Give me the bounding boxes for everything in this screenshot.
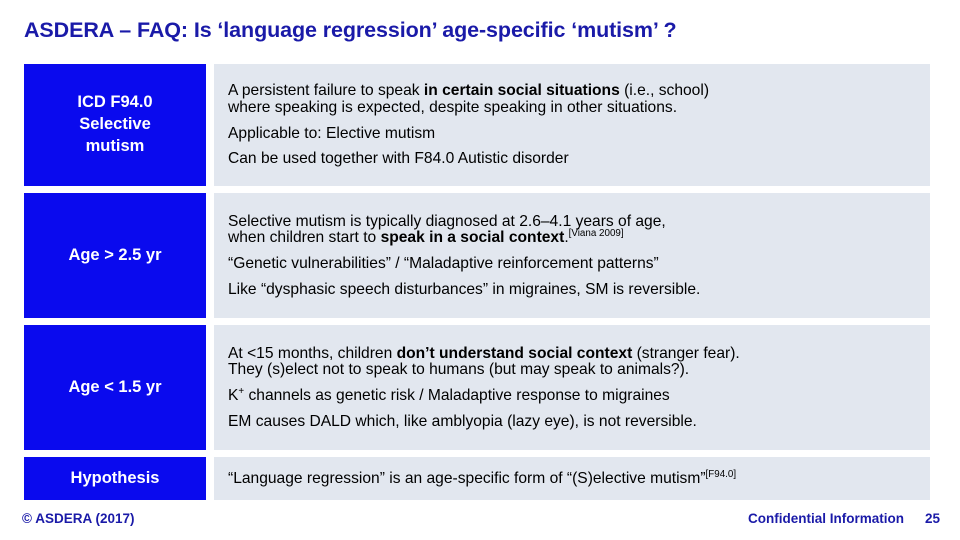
row-body-line: Like “dysphasic speech disturbances” in … [228, 280, 701, 298]
row-body: “Language regression” is an age-specific… [214, 457, 930, 500]
page-title: ASDERA – FAQ: Is ‘language regression’ a… [24, 18, 677, 42]
table-row: Hypothesis “Language regression” is an a… [24, 457, 930, 500]
faq-table: ICD F94.0 Selective mutism A persistent … [24, 64, 930, 507]
row-body-line: Can be used together with F84.0 Autistic… [228, 150, 569, 168]
row-label-icd-f94-selective-mutism: ICD F94.0 Selective mutism [24, 64, 206, 186]
row-body-line: when children start to speak in a social… [228, 228, 624, 247]
row-body-line: K+ channels as genetic risk / Maladaptiv… [228, 385, 670, 404]
row-label-age-less-1-5-yr: Age < 1.5 yr [24, 325, 206, 450]
row-body-line: where speaking is expected, despite spea… [228, 98, 678, 116]
row-body-line: A persistent failure to speak in certain… [228, 82, 710, 100]
row-body-line: EM causes DALD which, like amblyopia (la… [228, 412, 697, 430]
row-body-line: Applicable to: Elective mutism [228, 124, 436, 142]
row-label-age-greater-2-5-yr: Age > 2.5 yr [24, 193, 206, 318]
row-body: A persistent failure to speak in certain… [214, 64, 930, 186]
row-label-line: mutism [85, 136, 145, 155]
table-row: ICD F94.0 Selective mutism A persistent … [24, 64, 930, 186]
table-row: Age > 2.5 yr Selective mutism is typical… [24, 193, 930, 318]
row-label-line: Age > 2.5 yr [68, 245, 162, 264]
table-row: Age < 1.5 yr At <15 months, children don… [24, 325, 930, 450]
row-body: At <15 months, children don’t understand… [214, 325, 930, 450]
row-body-line: “Language regression” is an age-specific… [228, 468, 737, 487]
row-label-hypothesis: Hypothesis [24, 457, 206, 500]
citation-superscript: [Viana 2009] [568, 228, 624, 240]
row-label-line: Age < 1.5 yr [68, 377, 162, 396]
copyright-text: © ASDERA (2017) [22, 511, 135, 526]
row-label-line: Selective [79, 115, 151, 134]
page-number: 25 [924, 511, 940, 526]
row-body-line: Selective mutism is typically diagnosed … [228, 212, 666, 230]
row-body-line: At <15 months, children don’t understand… [228, 344, 740, 362]
confidentiality-notice: Confidential Information [748, 511, 904, 526]
citation-superscript: [F94.0] [705, 468, 737, 480]
row-label-line: ICD F94.0 [77, 93, 153, 112]
row-body-line: “Genetic vulnerabilities” / “Maladaptive… [228, 255, 659, 272]
row-body-line: They (s)elect not to speak to humans (bu… [228, 361, 690, 379]
row-body: Selective mutism is typically diagnosed … [214, 193, 930, 318]
slide-footer: © ASDERA (2017) Confidential Information… [0, 508, 960, 534]
row-label-line: Hypothesis [70, 468, 160, 487]
